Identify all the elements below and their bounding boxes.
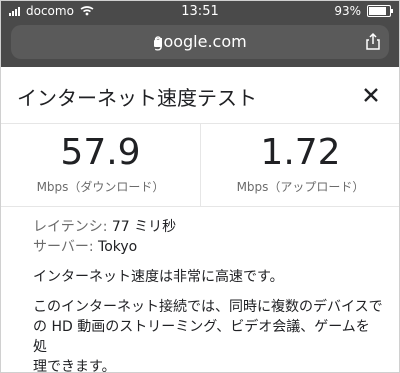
- detail-text: このインターネット接続では、同時に複数のデバイスで の HD 動画のストリーミン…: [33, 297, 383, 373]
- upload-metric: 1.72 Mbps（アップロード）: [200, 124, 399, 206]
- latency-label: レイテンシ:: [33, 219, 108, 235]
- detail-line-3: 理できます。: [33, 359, 116, 373]
- battery-fill: [369, 7, 386, 15]
- card-header: インターネット速度テスト: [1, 67, 399, 124]
- download-unit: Mbps（ダウンロード）: [36, 180, 165, 194]
- server-label: サーバー:: [33, 239, 94, 255]
- details-section: レイテンシ: 77 ミリ秒 サーバー: Tokyo インターネット速度は非常に高…: [33, 217, 383, 373]
- server-row: サーバー: Tokyo: [33, 237, 383, 257]
- speed-test-card: インターネット速度テスト 57.9 Mbps（ダウンロード） 1.72 Mbps…: [1, 67, 399, 372]
- status-bar: docomo 13:51 93%: [1, 1, 399, 21]
- upload-value: 1.72: [260, 132, 341, 173]
- metrics-row: 57.9 Mbps（ダウンロード） 1.72 Mbps（アップロード）: [1, 124, 399, 207]
- screenshot-frame: docomo 13:51 93% google.com インターネット速度テスト…: [0, 0, 400, 373]
- detail-line-1: このインターネット接続では、同時に複数のデバイスで: [33, 299, 383, 315]
- url-bar[interactable]: google.com: [11, 25, 389, 59]
- status-right: 93%: [334, 4, 393, 18]
- latency-value: 77 ミリ秒: [111, 219, 177, 235]
- share-icon[interactable]: [365, 32, 381, 50]
- card-title: インターネット速度テスト: [17, 86, 257, 110]
- close-icon[interactable]: [357, 81, 385, 109]
- detail-line-2: の HD 動画のストリーミング、ビデオ会議、ゲームを処: [33, 319, 370, 355]
- upload-unit: Mbps（アップロード）: [236, 180, 365, 194]
- battery-percent: 93%: [334, 4, 361, 18]
- download-metric: 57.9 Mbps（ダウンロード）: [1, 124, 200, 206]
- server-value: Tokyo: [98, 239, 138, 255]
- summary-text: インターネット速度は非常に高速です。: [33, 269, 284, 285]
- url-text[interactable]: google.com: [11, 32, 389, 51]
- battery-icon: [367, 5, 393, 17]
- browser-chrome: docomo 13:51 93% google.com: [1, 1, 399, 67]
- latency-row: レイテンシ: 77 ミリ秒: [33, 217, 383, 237]
- download-value: 57.9: [60, 132, 141, 173]
